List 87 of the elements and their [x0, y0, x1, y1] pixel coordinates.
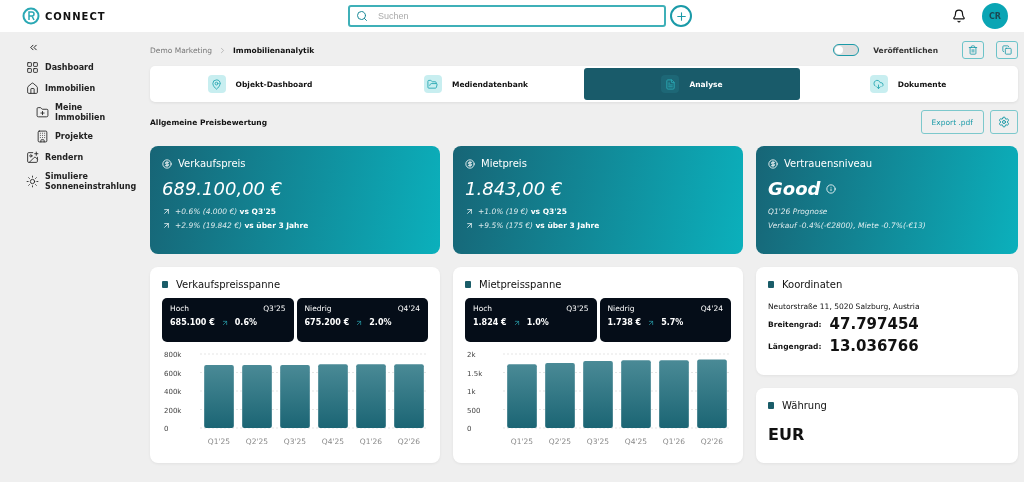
card-title: Koordinaten — [782, 279, 843, 290]
kpi-value: 1.843,00 € — [465, 178, 563, 199]
building-icon — [36, 130, 49, 144]
coin-icon — [162, 158, 172, 169]
card-title: Währung — [782, 400, 827, 411]
settings-icon — [998, 116, 1010, 128]
sidebar-item[interactable]: Meine Immobilien — [26, 103, 150, 123]
stat-value: 675.200 € — [304, 318, 350, 327]
trash-icon — [968, 45, 978, 55]
bell-icon[interactable] — [952, 9, 966, 23]
stat-change: 0.6% — [234, 318, 257, 327]
bar — [204, 365, 234, 428]
bar — [583, 361, 613, 428]
bar — [356, 364, 386, 428]
sidebar-label: Dashboard — [45, 62, 94, 73]
stat-change: 1.0% — [526, 318, 549, 327]
duplicate-button[interactable] — [996, 41, 1018, 59]
trend-up-icon — [162, 207, 171, 216]
sidebar-label: Simuliere Sonneneinstrahlung — [45, 172, 138, 192]
kpi-title: Verkaufspreis — [178, 158, 246, 169]
plus-icon — [674, 9, 688, 23]
sidebar-label: Meine Immobilien — [55, 103, 107, 123]
coordinate-value: 13.036766 — [829, 337, 919, 355]
sidebar-item[interactable]: Projekte — [26, 130, 150, 144]
image-icon — [26, 151, 39, 165]
trend-up-icon — [355, 318, 364, 327]
sun-icon — [26, 175, 39, 189]
stat-value: 685.100 € — [170, 318, 215, 327]
cloud-download-icon — [869, 75, 888, 93]
stat-change: 5.7% — [661, 318, 684, 327]
sidebar-label: Projekte — [55, 131, 95, 142]
sidebar-item[interactable]: Rendern — [26, 151, 150, 165]
card-icon — [768, 402, 774, 409]
bar — [242, 365, 272, 428]
coordinate-value: 47.797454 — [829, 315, 919, 333]
card-icon — [465, 281, 471, 288]
logo-icon — [22, 7, 40, 25]
bar — [507, 364, 537, 428]
bar — [280, 365, 310, 428]
folder-icon — [36, 106, 49, 120]
search-input[interactable]: Suchen — [376, 10, 658, 22]
map-pin-icon — [207, 75, 226, 93]
kpi-title: Mietpreis — [481, 158, 527, 169]
card-icon — [162, 281, 168, 288]
card-title: Verkaufspreisspanne — [176, 279, 281, 290]
sidebar-item[interactable]: Simuliere Sonneneinstrahlung — [26, 172, 150, 192]
collapse-icon[interactable] — [28, 42, 39, 53]
trend-up-icon — [647, 318, 656, 327]
house-icon — [26, 82, 39, 95]
kpi-title: Vertrauensniveau — [784, 158, 873, 169]
sidebar-item[interactable]: Immobilien — [26, 82, 150, 95]
add-button[interactable] — [670, 5, 692, 27]
folder-icon — [423, 75, 442, 93]
info-icon — [826, 183, 837, 194]
stat-value: 1.738 € — [607, 318, 642, 327]
card-title: Mietpreisspanne — [479, 279, 562, 290]
bar — [697, 359, 727, 428]
trend-up-icon — [512, 318, 521, 327]
coin-icon — [768, 158, 778, 169]
sidebar-label: Rendern — [45, 152, 84, 163]
kpi-value: Good — [768, 178, 821, 199]
publish-toggle[interactable] — [833, 44, 860, 56]
bar — [394, 364, 424, 428]
kpi-value: 689.100,00 € — [162, 178, 283, 199]
search-icon — [356, 10, 368, 22]
bar — [545, 362, 575, 428]
delete-button[interactable] — [962, 41, 984, 59]
bar — [318, 364, 348, 428]
sidebar-item[interactable]: Dashboard — [26, 61, 150, 74]
logo-text: CONNECT — [45, 10, 106, 22]
trend-up-icon — [465, 207, 474, 216]
card-icon — [768, 281, 774, 288]
stat-change: 2.0% — [369, 318, 392, 327]
currency-value: EUR — [768, 425, 806, 444]
trend-up-icon — [220, 318, 229, 327]
bar — [659, 360, 689, 428]
search-field[interactable]: Suchen — [348, 5, 666, 27]
copy-icon — [1002, 45, 1012, 55]
trend-up-icon — [162, 221, 171, 230]
sidebar-label: Immobilien — [45, 83, 96, 94]
coin-icon — [465, 158, 475, 169]
bar — [621, 360, 651, 428]
grid-icon — [26, 61, 39, 74]
settings-button[interactable] — [990, 110, 1018, 134]
stat-value: 1.824 € — [473, 318, 507, 327]
trend-up-icon — [465, 221, 474, 230]
document-icon — [661, 75, 680, 93]
